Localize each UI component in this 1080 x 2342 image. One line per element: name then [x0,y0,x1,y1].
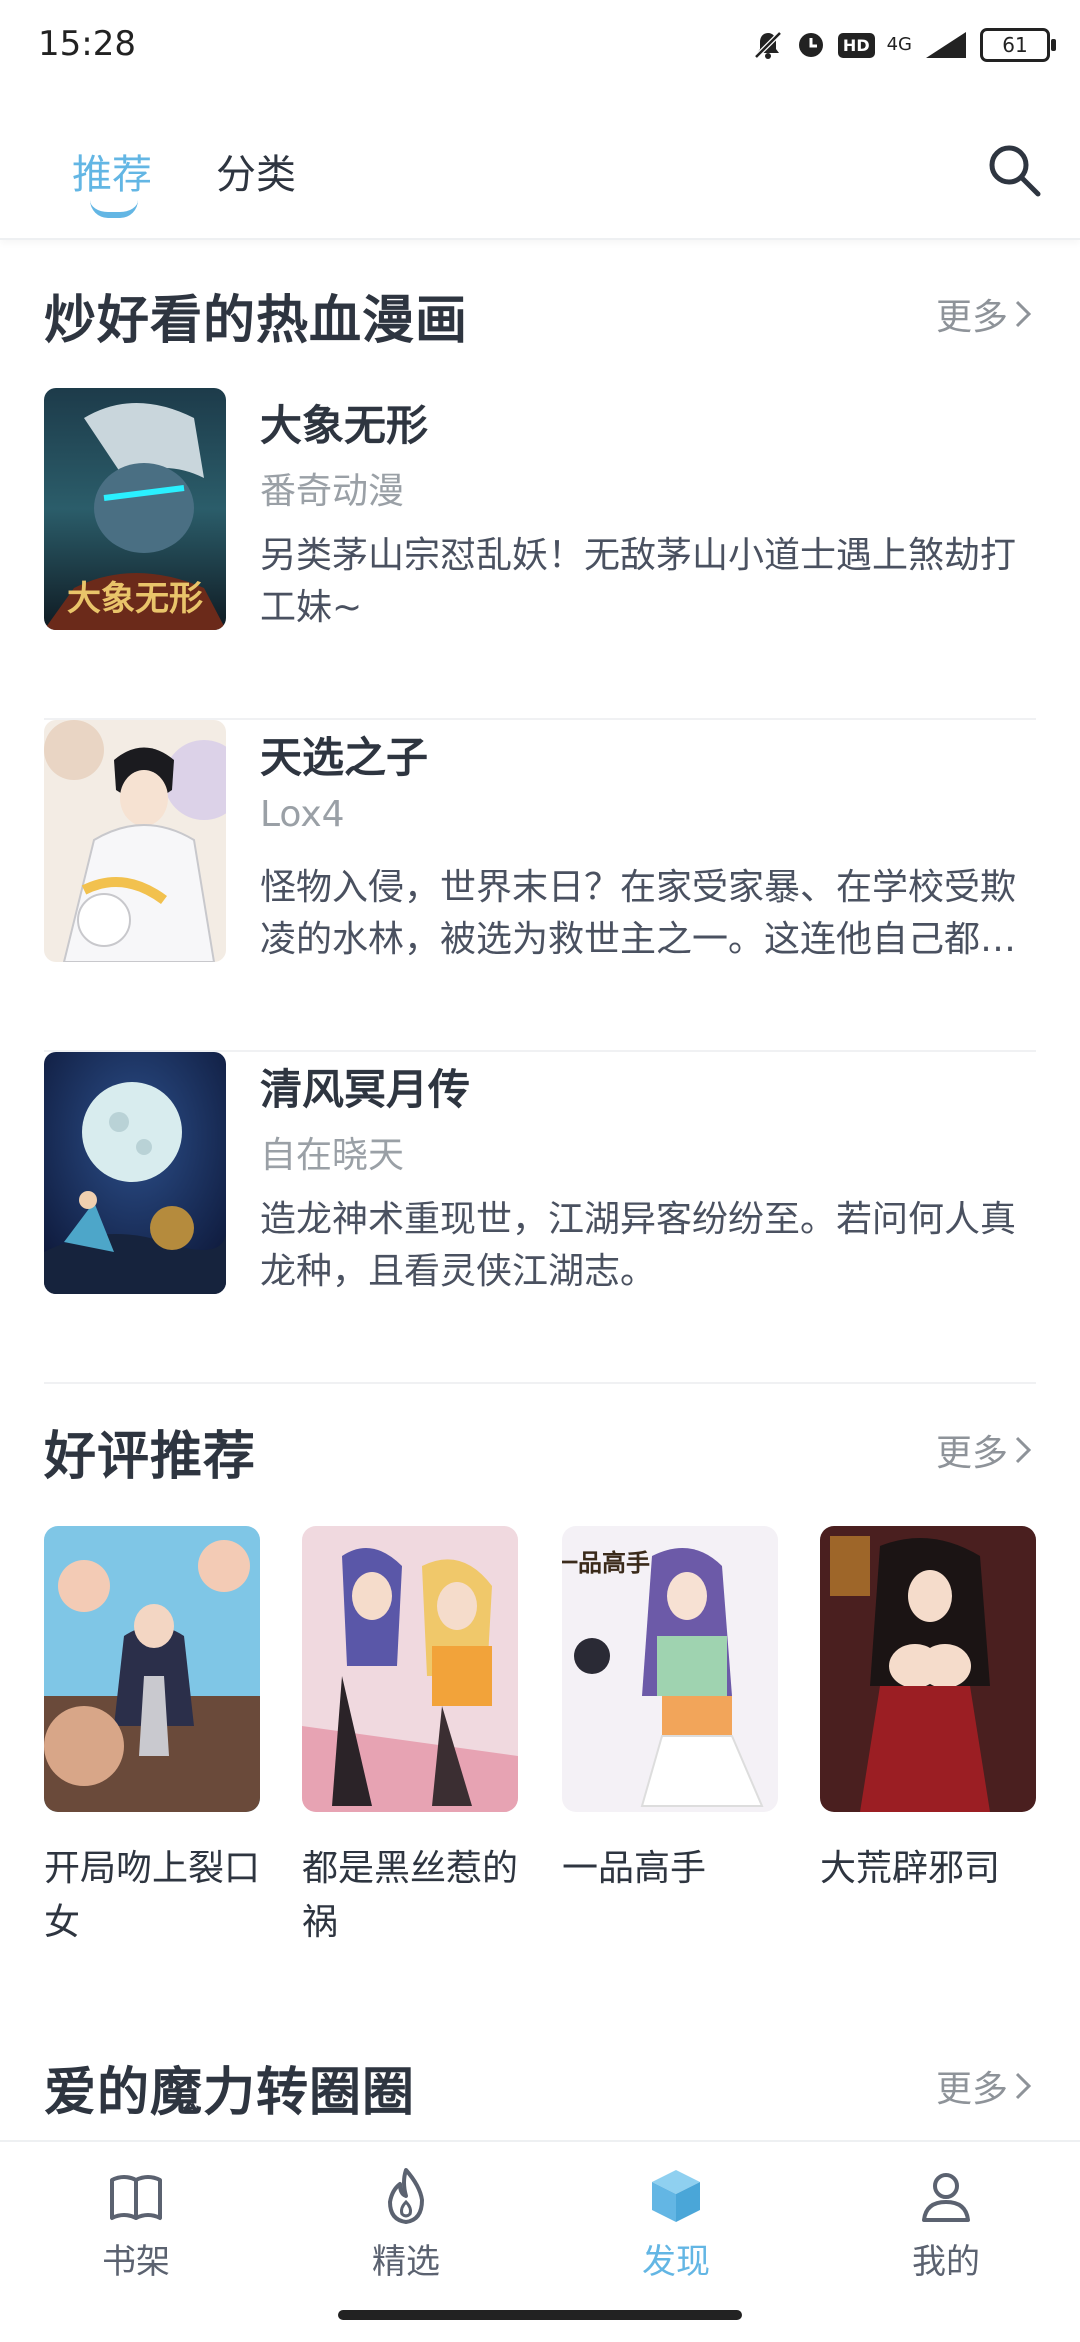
comic-cover[interactable] [302,1526,518,1812]
book-icon [110,2175,162,2220]
home-indicator[interactable] [338,2310,742,2320]
comic-title: 一品高手 [562,1848,707,1889]
cube-icon [652,2170,700,2222]
nav-featured[interactable]: 精选 [326,2166,486,2283]
status-time: 15:28 [38,24,136,64]
tab-recommend[interactable]: 推荐 [72,142,152,200]
more-button-love[interactable]: 更多 [936,2060,1034,2112]
grid-item[interactable]: 都是黑丝惹的祸 [302,1526,518,1950]
chevron-right-icon [1015,2072,1032,2100]
more-label: 更多 [935,2069,1008,2110]
alarm-icon [798,33,823,57]
status-bar: 15:28 HD 4G 61 [0,0,1080,90]
comic-title: 清风冥月传 [260,1065,471,1114]
comic-author: Lox4 [260,794,345,835]
comic-description: 另类茅山宗怼乱妖！无敌茅山小道士遇上煞劫打工妹~ [260,535,1017,628]
comic-cover[interactable] [820,1526,1036,1812]
nav-label: 书架 [102,2242,170,2282]
nav-label: 发现 [642,2242,710,2282]
network-type: 4G [886,34,912,55]
nav-bookshelf[interactable]: 书架 [56,2166,216,2283]
list-item[interactable]: 大象无形 大象无形 番奇动漫 另类茅山宗怼乱妖！无敌茅山小道士遇上煞劫打工妹~ [44,388,1036,720]
more-button-good[interactable]: 更多 [936,1424,1034,1476]
search-icon[interactable] [984,140,1044,200]
nav-label: 我的 [912,2242,980,2282]
person-icon [922,2173,970,2222]
signal-icon [926,32,966,58]
battery-level: 61 [1002,33,1028,57]
more-button-hot[interactable]: 更多 [936,288,1034,340]
comic-description: 怪物入侵，世界末日？在家受家暴、在学校受欺凌的水林，被选为救世主之一。这连他自己… [260,867,1017,960]
cover-title-art: 大象无形 [67,579,203,619]
comic-title: 大荒辟邪司 [820,1848,1001,1889]
battery-indicator: 61 [980,28,1056,62]
nav-discover[interactable]: 发现 [596,2166,756,2283]
more-label: 更多 [935,297,1008,338]
top-header: 推荐 分类 [0,100,1080,240]
comic-cover[interactable]: 大象无形 [44,388,226,630]
section-title-love: 爱的魔力转圈圈 [44,2063,416,2123]
chevron-right-icon [1015,300,1032,328]
comic-title: 开局吻上裂口女 [44,1848,261,1943]
more-label: 更多 [935,1433,1008,1474]
chevron-right-icon [1015,1436,1032,1464]
comic-author: 自在晓天 [260,1135,405,1176]
comic-description: 造龙神术重现世，江湖异客纷纷至。若问何人真龙种，且看灵侠江湖志。 [260,1199,1017,1292]
comic-title: 都是黑丝惹的祸 [302,1848,519,1943]
section-title-good: 好评推荐 [44,1427,257,1487]
nav-mine[interactable]: 我的 [866,2166,1026,2283]
recommend-grid: 开局吻上裂口女 都是黑丝惹的祸 一品高手 一品高手 大荒辟邪司 [44,1526,1044,1943]
status-icons: HD 4G 61 [752,22,1056,68]
active-tab-indicator [90,200,138,218]
comic-cover[interactable] [44,720,226,962]
grid-item[interactable]: 一品高手 一品高手 [562,1526,778,1896]
grid-item[interactable]: 大荒辟邪司 [820,1526,1036,1896]
comic-cover[interactable] [44,1052,226,1294]
comic-title: 大象无形 [260,401,429,450]
flame-icon [388,2168,424,2224]
tab-category[interactable]: 分类 [216,142,296,200]
comic-cover[interactable] [44,1526,260,1812]
cover-title-art: 一品高手 [562,1548,650,1577]
list-item[interactable]: 天选之子 Lox4 怪物入侵，世界末日？在家受家暴、在学校受欺凌的水林，被选为救… [44,720,1036,1052]
comic-cover[interactable]: 一品高手 [562,1526,778,1812]
list-item[interactable]: 清风冥月传 自在晓天 造龙神术重现世，江湖异客纷纷至。若问何人真龙种，且看灵侠江… [44,1052,1036,1384]
comic-author: 番奇动漫 [260,471,405,512]
section-title-hot: 炒好看的热血漫画 [44,291,469,351]
hd-badge: HD [837,32,875,58]
comic-title: 天选之子 [260,733,429,782]
mute-icon [754,31,782,59]
grid-item[interactable]: 开局吻上裂口女 [44,1526,260,1950]
nav-label: 精选 [372,2242,440,2282]
